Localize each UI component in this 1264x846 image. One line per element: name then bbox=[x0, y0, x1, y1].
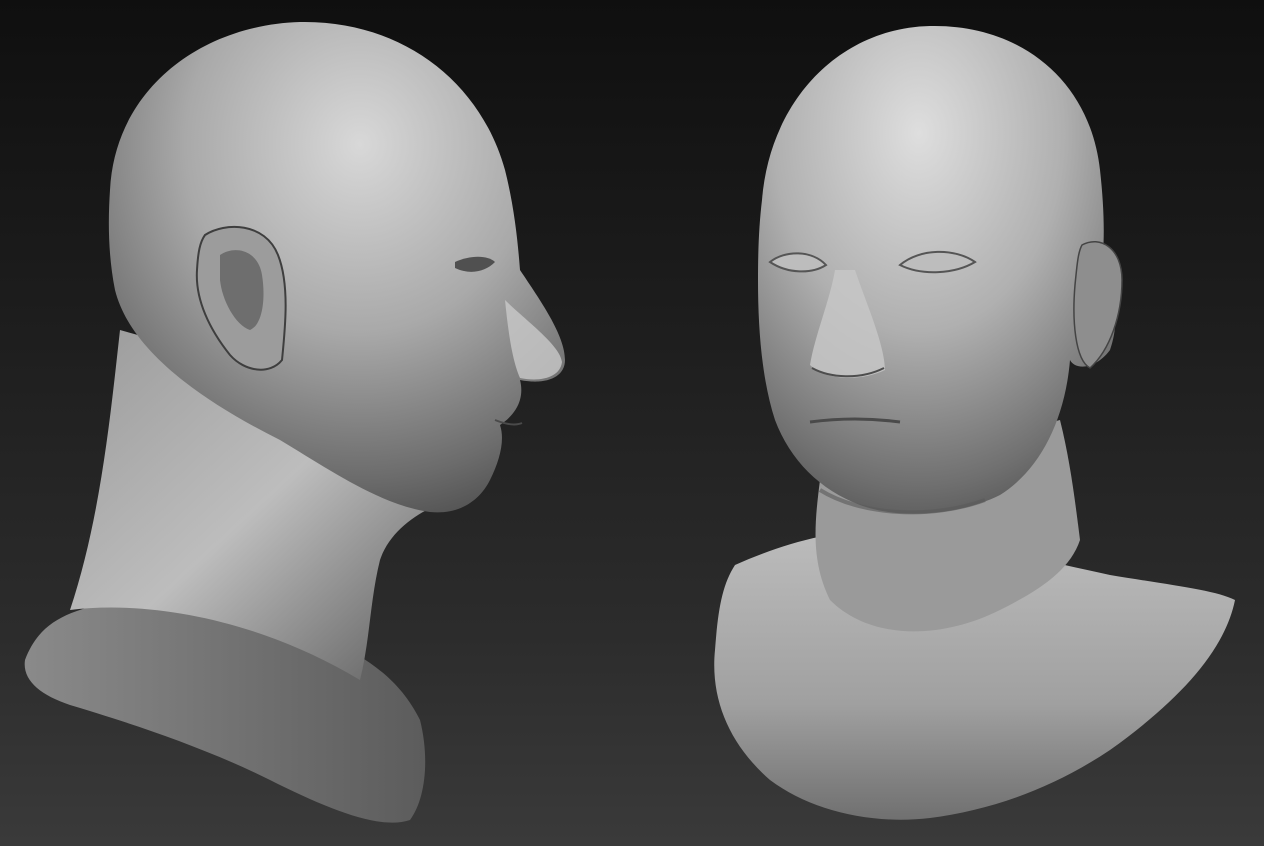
render-canvas[interactable] bbox=[0, 0, 1264, 846]
bust-ear bbox=[1073, 240, 1123, 369]
3d-viewport[interactable] bbox=[0, 0, 1264, 846]
three-quarter-bust[interactable] bbox=[714, 25, 1235, 820]
profile-bust[interactable] bbox=[24, 21, 566, 823]
